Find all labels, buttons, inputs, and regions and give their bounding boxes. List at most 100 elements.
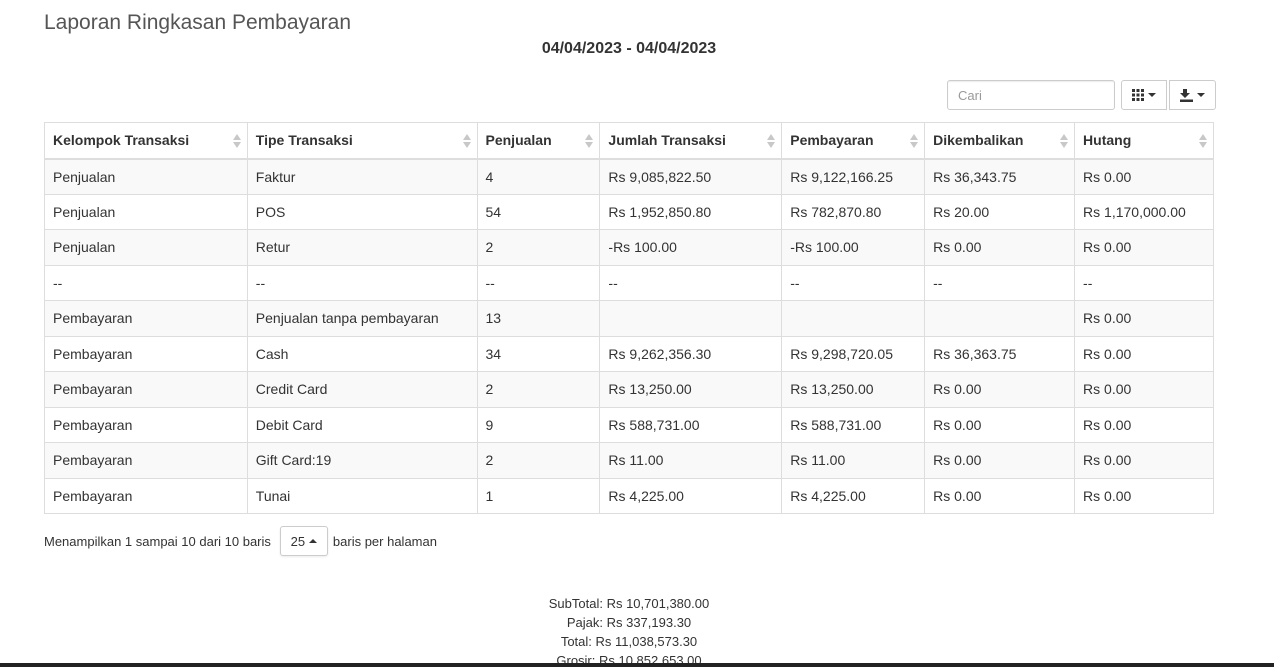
column-header-dikembalikan[interactable]: Dikembalikan [924,122,1076,160]
page-size-select[interactable]: 25 [279,526,328,556]
table-cell: Credit Card [246,371,478,408]
totals-summary: SubTotal: Rs 10,701,380.00 Pajak: Rs 337… [0,594,1258,670]
table-row: Penjualan Retur 2 -Rs 100.00 -Rs 100.00 Rs 0.… [44,229,1214,266]
chevron-down-icon [1197,93,1205,97]
sort-icon [1199,133,1207,149]
header-label: Pembayaran [790,132,874,149]
table-cell: Penjualan [44,158,248,195]
table-cell: Rs 9,262,356.30 [599,335,783,372]
grid-icon [1132,89,1144,101]
table-row: Pembayaran Credit Card 2 Rs 13,250.00 Rs 13,… [44,371,1214,408]
table-row: -- -- -- -- -- -- -- [44,264,1214,301]
table-cell: Rs 0.00 [924,406,1076,443]
page-size-value: 25 [290,533,306,549]
table-cell: Rs 13,250.00 [599,371,783,408]
table-cell: Rs 0.00 [924,229,1076,266]
table-cell: Penjualan [44,193,248,230]
table-cell: Rs 4,225.00 [599,477,783,514]
table-cell: Rs 9,085,822.50 [599,158,783,195]
table-row: Pembayaran Penjualan tanpa pembayaran 13 Rs… [44,300,1214,337]
table-cell: Rs 4,225.00 [781,477,926,514]
bottom-divider [0,663,1274,667]
header-label: Hutang [1083,132,1132,149]
table-cell: Rs 0.00 [1074,300,1214,337]
table-cell: Pembayaran [44,477,248,514]
table-cell: -- [476,264,601,301]
table-cell: -- [924,264,1076,301]
sort-icon [1060,133,1069,149]
table-header-row: Kelompok Transaksi Tipe Transaksi Penjua… [44,122,1214,160]
table-cell: 2 [476,442,601,479]
table-cell: -- [599,264,783,301]
table-cell: 9 [476,406,601,443]
columns-toggle-button[interactable] [1121,80,1167,110]
table-cell: Debit Card [246,406,478,443]
table-cell: Rs 1,170,000.00 [1074,193,1214,230]
export-button[interactable] [1169,80,1216,110]
column-header-kelompok[interactable]: Kelompok Transaksi [44,122,248,160]
sort-icon [232,133,241,149]
table-cell: 2 [476,229,601,266]
column-header-pembayaran[interactable]: Pembayaran [781,122,926,160]
table-cell: -- [1074,264,1214,301]
table-cell: Rs 0.00 [924,477,1076,514]
table-row: Penjualan POS 54 Rs 1,952,850.80 Rs 782,870.… [44,193,1214,230]
page-size-suffix: baris per halaman [332,533,437,549]
table-cell: Rs 9,122,166.25 [781,158,926,195]
table-cell: Rs 0.00 [924,442,1076,479]
table-cell [924,300,1076,337]
table-cell: 54 [476,193,601,230]
table-cell: -- [44,264,248,301]
table-cell: Pembayaran [44,300,248,337]
table-cell: Faktur [246,158,478,195]
table-toolbar [947,80,1216,110]
page-title: Laporan Ringkasan Pembayaran [44,11,352,34]
table-cell: 1 [476,477,601,514]
sort-icon [767,133,776,149]
table-cell: Rs 9,298,720.05 [781,335,926,372]
pagination-info: Menampilkan 1 sampai 10 dari 10 baris [44,533,271,549]
table-row: Pembayaran Tunai 1 Rs 4,225.00 Rs 4,225.00 Rs… [44,477,1214,514]
table-cell: Rs 782,870.80 [781,193,926,230]
header-label: Dikembalikan [933,132,1024,149]
table-cell: Pembayaran [44,406,248,443]
column-header-hutang[interactable]: Hutang [1074,122,1214,160]
table-cell: Rs 11.00 [781,442,926,479]
table-cell: Cash [246,335,478,372]
search-input[interactable] [947,80,1115,110]
table-cell: -Rs 100.00 [599,229,783,266]
table-cell: Rs 0.00 [924,371,1076,408]
column-header-penjualan[interactable]: Penjualan [476,122,601,160]
table-cell [781,300,926,337]
total-text: Total: Rs 11,038,573.30 [560,634,698,649]
download-icon [1180,88,1193,102]
table-cell: -- [246,264,478,301]
pagination: Menampilkan 1 sampai 10 dari 10 baris 25… [44,526,437,556]
table-cell: Rs 0.00 [1074,158,1214,195]
table-cell: Pembayaran [44,335,248,372]
table-cell: Rs 0.00 [1074,406,1214,443]
header-label: Penjualan [485,132,552,149]
report-table: Kelompok Transaksi Tipe Transaksi Penjua… [44,122,1214,514]
table-cell: 34 [476,335,601,372]
table-cell: Tunai [246,477,478,514]
table-row: Pembayaran Debit Card 9 Rs 588,731.00 Rs 588… [44,406,1214,443]
header-label: Kelompok Transaksi [53,132,190,149]
header-label: Tipe Transaksi [255,132,353,149]
sort-icon [462,133,471,149]
table-cell: Rs 0.00 [1074,335,1214,372]
chevron-up-icon [309,539,318,543]
table-cell: Pembayaran [44,371,248,408]
table-cell: Rs 588,731.00 [599,406,783,443]
table-cell: Rs 20.00 [924,193,1076,230]
table-cell: Rs 11.00 [599,442,783,479]
column-header-tipe[interactable]: Tipe Transaksi [246,122,478,160]
table-cell: -Rs 100.00 [781,229,926,266]
tax-text: Pajak: Rs 337,193.30 [566,615,692,630]
table-cell: Rs 0.00 [1074,477,1214,514]
table-cell: POS [246,193,478,230]
header-label: Jumlah Transaksi [608,132,726,149]
column-header-jumlah-transaksi[interactable]: Jumlah Transaksi [599,122,783,160]
chevron-down-icon [1148,93,1156,97]
sort-icon [585,133,594,149]
